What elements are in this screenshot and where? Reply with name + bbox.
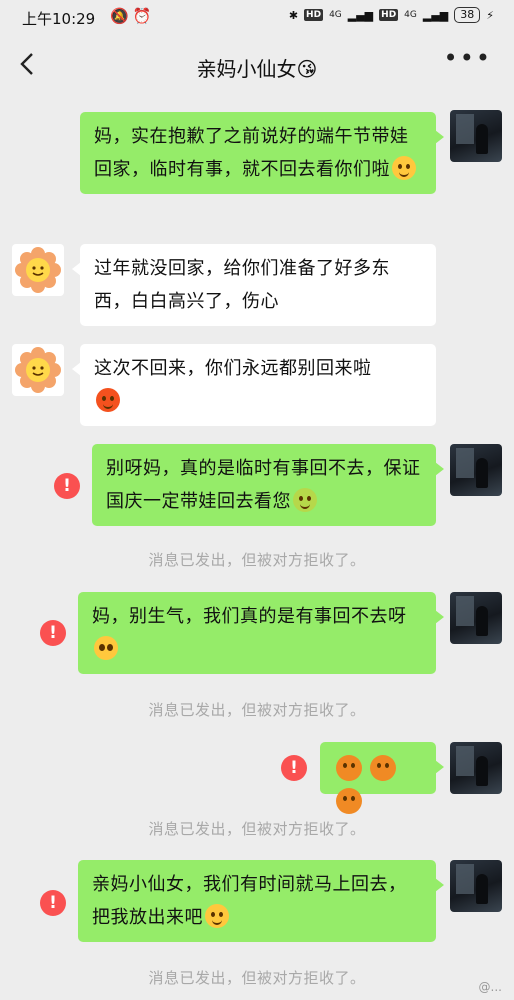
bluetooth-icon: ✱ (288, 8, 299, 22)
alarm-icon: ⏰ (132, 7, 156, 25)
my-avatar[interactable] (450, 110, 502, 162)
rejected-notice: 消息已发出，但被对方拒收了。 (148, 969, 366, 987)
message-bubble[interactable]: 妈，实在抱歉了之前说好的端午节带娃回家，临时有事，就不回去看你们啦 (80, 112, 444, 194)
message-text: 妈，别生气，我们真的是有事回不去呀 (92, 606, 407, 627)
hug-face-icon (293, 488, 317, 512)
more-options-icon[interactable]: ••• (444, 44, 492, 72)
my-avatar[interactable] (450, 444, 502, 496)
signal-icon-2: ▂▄▆ (422, 8, 449, 22)
send-failed-icon[interactable]: ! (40, 620, 66, 646)
contact-avatar[interactable] (12, 244, 64, 296)
pouting-face-icon (336, 755, 362, 781)
chat-header: 亲妈小仙女😘 ••• (0, 34, 514, 96)
message-text: 妈，实在抱歉了之前说好的端午节带娃回家，临时有事，就不回去看你们啦 (94, 126, 409, 180)
pleading-face-icon (94, 636, 118, 660)
my-avatar[interactable] (450, 860, 502, 912)
send-failed-icon[interactable]: ! (54, 473, 80, 499)
contact-avatar[interactable] (12, 344, 64, 396)
my-avatar[interactable] (450, 592, 502, 644)
message-bubble[interactable]: 过年就没回家，给你们准备了好多东西，白白高兴了，伤心 (72, 244, 436, 326)
hd-badge-2: HD (379, 9, 399, 21)
watermark: @... (478, 980, 502, 994)
hd-badge: HD (304, 9, 324, 21)
message-bubble[interactable]: 妈，别生气，我们真的是有事回不去呀 (78, 592, 444, 674)
my-avatar[interactable] (450, 742, 502, 794)
chat-title: 亲妈小仙女😘 (196, 57, 318, 81)
message-bubble[interactable]: 这次不回来，你们永远都别回来啦 (72, 344, 436, 426)
pouting-face-icon (370, 755, 396, 781)
pouting-face-icon (336, 788, 362, 814)
rejected-notice: 消息已发出，但被对方拒收了。 (148, 701, 366, 719)
angry-face-icon (96, 388, 120, 412)
send-failed-icon[interactable]: ! (281, 755, 307, 781)
rejected-notice: 消息已发出，但被对方拒收了。 (148, 820, 366, 838)
message-bubble[interactable] (320, 742, 444, 814)
network-label: 4G (329, 10, 342, 20)
message-text: 别呀妈，真的是临时有事回不去，保证国庆一定带娃回去看您 (106, 458, 421, 512)
loudly-crying-face-icon (392, 156, 416, 180)
mute-icon: 🔕 (110, 7, 133, 25)
message-text: 这次不回来，你们永远都别回来啦 (94, 358, 372, 379)
status-right: ✱ HD 4G ▂▄▆ HD 4G ▂▄▆ 38 ⚡ (289, 7, 494, 23)
message-bubble[interactable]: 亲妈小仙女，我们有时间就马上回去，把我放出来吧 (78, 860, 444, 942)
signal-icon: ▂▄▆ (347, 8, 374, 22)
network-label-2: 4G (404, 10, 417, 20)
message-bubble[interactable]: 别呀妈，真的是临时有事回不去，保证国庆一定带娃回去看您 (92, 444, 444, 526)
battery-indicator: 38 (454, 7, 481, 23)
status-icons: 🔕⏰ (110, 7, 155, 25)
message-text: 亲妈小仙女，我们有时间就马上回去，把我放出来吧 (92, 874, 407, 928)
rolling-laughing-face-icon (205, 904, 229, 928)
rejected-notice: 消息已发出，但被对方拒收了。 (148, 551, 366, 569)
charging-icon: ⚡ (486, 8, 494, 22)
status-bar: 上午10:29 🔕⏰ ✱ HD 4G ▂▄▆ HD 4G ▂▄▆ 38 ⚡ (0, 0, 514, 34)
message-text: 过年就没回家，给你们准备了好多东西，白白高兴了，伤心 (94, 258, 390, 312)
status-time: 上午10:29 (22, 10, 96, 28)
send-failed-icon[interactable]: ! (40, 890, 66, 916)
